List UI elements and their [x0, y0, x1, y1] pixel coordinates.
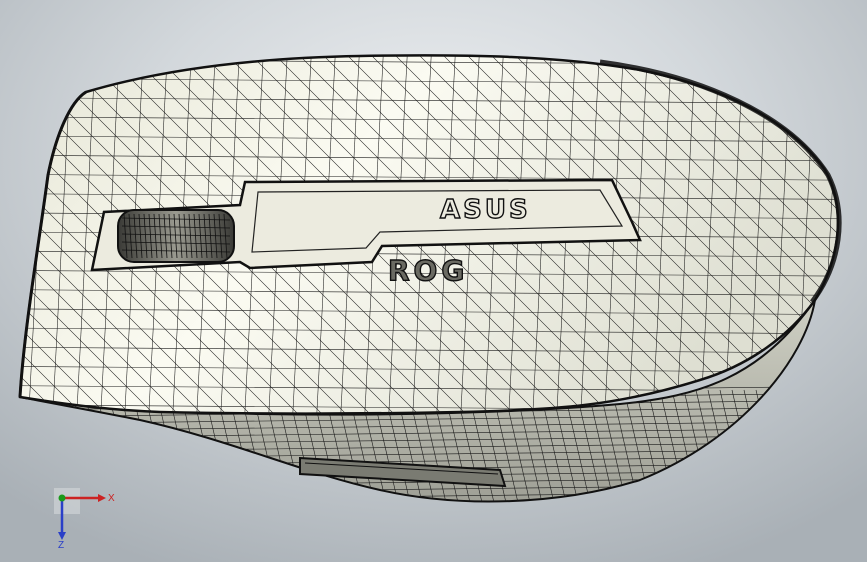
- graphics-viewport[interactable]: ASUS ROG X Z: [0, 0, 867, 562]
- y-axis-dot: [58, 494, 66, 502]
- x-axis-label: X: [108, 493, 115, 504]
- embossed-text-rog: ROG: [388, 254, 468, 287]
- z-axis-label: Z: [58, 540, 64, 548]
- embossed-text-asus: ASUS: [440, 195, 531, 225]
- mouse-mesh-model[interactable]: ASUS ROG: [0, 0, 867, 562]
- axis-triad: X Z: [54, 488, 115, 548]
